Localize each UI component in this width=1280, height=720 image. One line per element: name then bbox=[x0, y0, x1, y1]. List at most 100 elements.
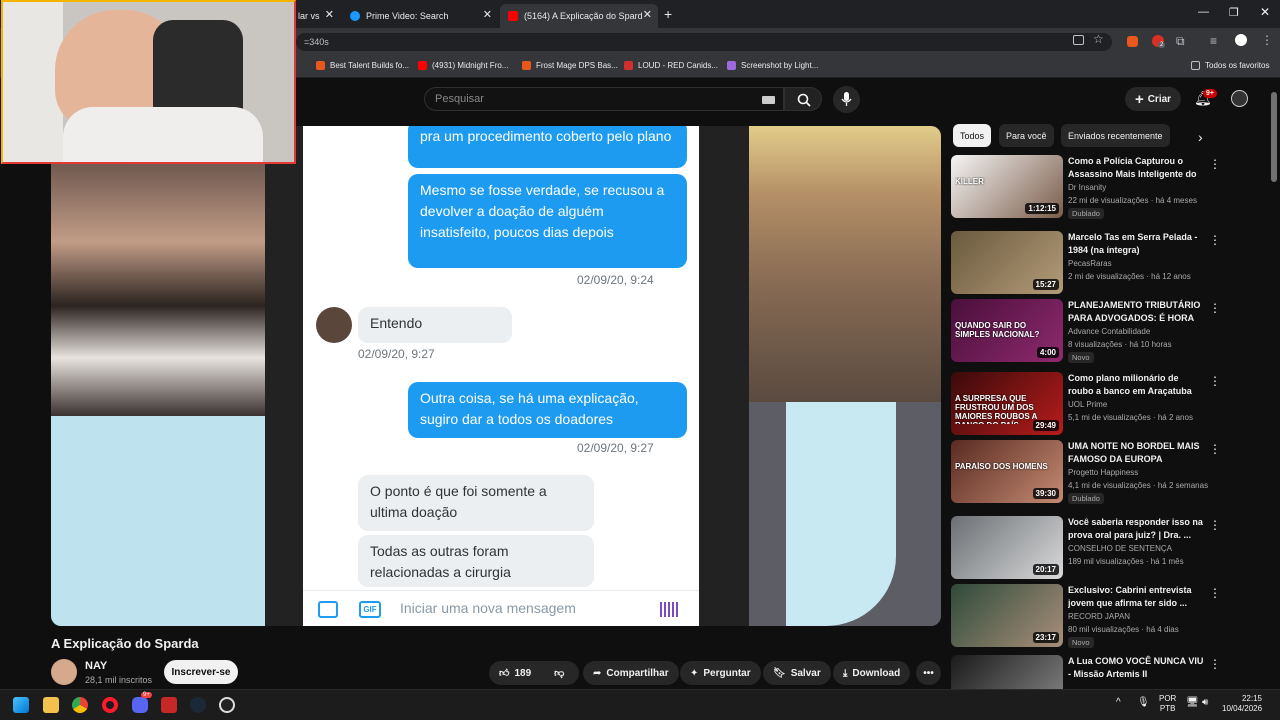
tab-2[interactable]: Prime Video: Search ✕ bbox=[342, 4, 498, 28]
share-button[interactable]: ➦ Compartilhar bbox=[583, 661, 679, 685]
chevron-right-icon[interactable]: › bbox=[1198, 129, 1203, 145]
search-input[interactable]: Pesquisar bbox=[424, 87, 784, 111]
close-tab-icon[interactable]: ✕ bbox=[643, 8, 652, 21]
chrome-taskbar-icon[interactable] bbox=[72, 697, 88, 713]
video-thumbnail[interactable]: 15:27 bbox=[951, 231, 1063, 294]
new-tab-button[interactable]: + bbox=[664, 6, 672, 22]
video-thumbnail[interactable]: QUANDO SAIR DO SIMPLES NACIONAL? 4:00 bbox=[951, 299, 1063, 362]
channel-name[interactable]: UOL Prime bbox=[1068, 400, 1107, 409]
discord-taskbar-icon[interactable] bbox=[132, 697, 148, 713]
more-options-icon[interactable]: ⋮ bbox=[1209, 374, 1221, 388]
network-icon[interactable]: 🖥︎ bbox=[1186, 697, 1199, 708]
close-tab-icon[interactable]: ✕ bbox=[325, 8, 334, 21]
ask-button[interactable]: ✦ Perguntar bbox=[680, 661, 761, 685]
video-player[interactable]: pra um procedimento coberto pelo plano M… bbox=[51, 126, 941, 626]
file-explorer-icon[interactable] bbox=[43, 697, 59, 713]
channel-name[interactable]: RECORD JAPAN bbox=[1068, 612, 1130, 621]
subscribe-button[interactable]: Inscrever-se bbox=[164, 660, 238, 684]
bookmark-item[interactable]: Screenshot by Light... bbox=[727, 61, 818, 70]
restore-icon[interactable]: ❐ bbox=[1229, 6, 1239, 19]
recommended-video[interactable]: A SURPRESA QUE FRUSTROU UM DOS MAIORES R… bbox=[951, 372, 1263, 436]
bookmark-item[interactable]: LOUD - RED Canids... bbox=[624, 61, 718, 70]
chip-todos[interactable]: Todos bbox=[953, 124, 992, 147]
netflix-taskbar-icon[interactable] bbox=[161, 697, 177, 713]
steam-taskbar-icon[interactable] bbox=[190, 697, 206, 713]
bookmark-item[interactable]: Best Talent Builds fo... bbox=[316, 61, 409, 70]
chip-para-voce[interactable]: Para você bbox=[999, 124, 1054, 147]
tab-3-active[interactable]: (5164) A Explicação do Sparda ✕ bbox=[500, 4, 658, 28]
media-control-icon[interactable]: ≡ bbox=[1210, 34, 1217, 48]
chip-enviados-recentemente[interactable]: Enviados recentemente bbox=[1061, 124, 1170, 147]
recommended-video[interactable]: PARAÍSO DOS HOMENS 39:30 UMA NOITE NO BORD… bbox=[951, 440, 1263, 504]
thumbs-up-icon[interactable]: 👍︎ bbox=[499, 667, 509, 679]
more-options-icon[interactable]: ⋮ bbox=[1209, 442, 1221, 456]
account-avatar[interactable] bbox=[1231, 90, 1248, 107]
recommended-video[interactable]: 15:27 Marcelo Tas em Serra Pelada - 1984 … bbox=[951, 231, 1263, 295]
more-options-icon[interactable]: ⋮ bbox=[1209, 233, 1221, 247]
video-title[interactable]: Você saberia responder isso na prova ora… bbox=[1068, 516, 1206, 542]
volume-icon[interactable]: 🔊︎ bbox=[1202, 697, 1208, 708]
close-window-icon[interactable]: ✕ bbox=[1260, 5, 1270, 19]
chrome-menu-icon[interactable]: ⋮ bbox=[1261, 33, 1273, 47]
more-options-icon[interactable]: ⋮ bbox=[1209, 657, 1221, 671]
microphone-tray-icon[interactable]: 🎙︎ bbox=[1137, 697, 1150, 708]
bookmark-item[interactable]: Frost Mage DPS Bas... bbox=[522, 61, 618, 70]
obs-taskbar-icon[interactable] bbox=[219, 697, 235, 713]
channel-name[interactable]: CONSELHO DE SENTENÇA bbox=[1068, 544, 1172, 553]
search-button[interactable] bbox=[784, 87, 822, 111]
bookmark-item[interactable]: (4931) Midnight Fro... bbox=[418, 61, 508, 70]
video-title[interactable]: Marcelo Tas em Serra Pelada - 1984 (na í… bbox=[1068, 231, 1206, 257]
more-options-icon[interactable]: ⋮ bbox=[1209, 586, 1221, 600]
channel-name[interactable]: Dr Insanity bbox=[1068, 183, 1106, 192]
recommended-video[interactable]: 20:17 Você saberia responder isso na prov… bbox=[951, 516, 1263, 580]
download-button[interactable]: ⤓ Download bbox=[833, 661, 911, 685]
more-options-icon[interactable]: ⋮ bbox=[1209, 301, 1221, 315]
bookmark-star-icon[interactable]: ☆ bbox=[1093, 32, 1104, 46]
more-actions-button[interactable]: ••• bbox=[916, 661, 941, 685]
channel-name[interactable]: Progetto Happiness bbox=[1068, 468, 1138, 477]
video-title[interactable]: Como plano milionário de roubo a banco e… bbox=[1068, 372, 1206, 398]
channel-name[interactable]: Advance Contabilidade bbox=[1068, 327, 1150, 336]
video-thumbnail[interactable]: 20:17 bbox=[951, 516, 1063, 579]
video-thumbnail[interactable]: KILLER 1:12:15 bbox=[951, 155, 1063, 218]
windows-start-icon[interactable] bbox=[13, 697, 29, 713]
url-field[interactable]: =340s bbox=[296, 33, 1112, 51]
scrollbar-thumb[interactable] bbox=[1271, 92, 1277, 182]
input-language[interactable]: POR PTB bbox=[1159, 694, 1176, 714]
video-thumbnail[interactable]: 23:17 bbox=[951, 584, 1063, 647]
profile-avatar[interactable] bbox=[1235, 34, 1247, 46]
chat-screenshot: pra um procedimento coberto pelo plano M… bbox=[303, 126, 699, 626]
minimize-icon[interactable]: — bbox=[1198, 6, 1209, 18]
channel-avatar[interactable] bbox=[51, 659, 77, 685]
video-thumbnail[interactable]: PARAÍSO DOS HOMENS 39:30 bbox=[951, 440, 1063, 503]
channel-name[interactable]: PecasRaras bbox=[1068, 259, 1112, 268]
puzzle-extensions-icon[interactable]: ⧉ bbox=[1176, 34, 1185, 49]
opera-taskbar-icon[interactable] bbox=[102, 697, 118, 713]
extension-icon[interactable] bbox=[1127, 36, 1138, 47]
like-count[interactable]: 189 bbox=[514, 668, 531, 679]
tab-1[interactable]: lar vs ✕ bbox=[290, 4, 340, 28]
voice-search-button[interactable] bbox=[833, 86, 860, 113]
close-tab-icon[interactable]: ✕ bbox=[483, 8, 492, 21]
all-bookmarks-folder[interactable]: Todos os favoritos bbox=[1191, 61, 1269, 70]
channel-name[interactable]: NAY bbox=[85, 660, 107, 672]
more-options-icon[interactable]: ⋮ bbox=[1209, 518, 1221, 532]
recommended-video[interactable]: QUANDO SAIR DO SIMPLES NACIONAL? 4:00 PLAN… bbox=[951, 299, 1263, 363]
video-title[interactable]: PLANEJAMENTO TRIBUTÁRIO PARA ADVOGADOS: … bbox=[1068, 299, 1206, 325]
recommended-video[interactable]: KILLER 1:12:15 Como a Polícia Capturou o A… bbox=[951, 155, 1263, 219]
video-title[interactable]: Exclusivo: Cabrini entrevista jovem que … bbox=[1068, 584, 1206, 610]
message-bubble-sent: Outra coisa, se há uma explicação, sugir… bbox=[408, 382, 687, 438]
create-button[interactable]: + Criar bbox=[1125, 87, 1181, 111]
show-hidden-icons[interactable]: ^ bbox=[1116, 697, 1121, 708]
thumbs-down-icon[interactable]: 👎︎ bbox=[554, 667, 564, 679]
more-options-icon[interactable]: ⋮ bbox=[1209, 157, 1221, 171]
keyboard-icon[interactable] bbox=[762, 96, 775, 104]
video-title[interactable]: Como a Polícia Capturou o Assassino Mais… bbox=[1068, 155, 1206, 181]
clock[interactable]: 22:15 10/04/2026 bbox=[1222, 694, 1262, 714]
cast-icon[interactable] bbox=[1073, 35, 1084, 45]
video-title[interactable]: UMA NOITE NO BORDEL MAIS FAMOSO DA EUROP… bbox=[1068, 440, 1206, 466]
video-thumbnail[interactable]: A SURPRESA QUE FRUSTROU UM DOS MAIORES R… bbox=[951, 372, 1063, 435]
recommended-video[interactable]: 23:17 Exclusivo: Cabrini entrevista jovem… bbox=[951, 584, 1263, 648]
save-button[interactable]: 🔖︎ Salvar bbox=[763, 661, 831, 685]
video-title[interactable]: A Lua COMO VOCÊ NUNCA VIU - Missão Artem… bbox=[1068, 655, 1206, 681]
